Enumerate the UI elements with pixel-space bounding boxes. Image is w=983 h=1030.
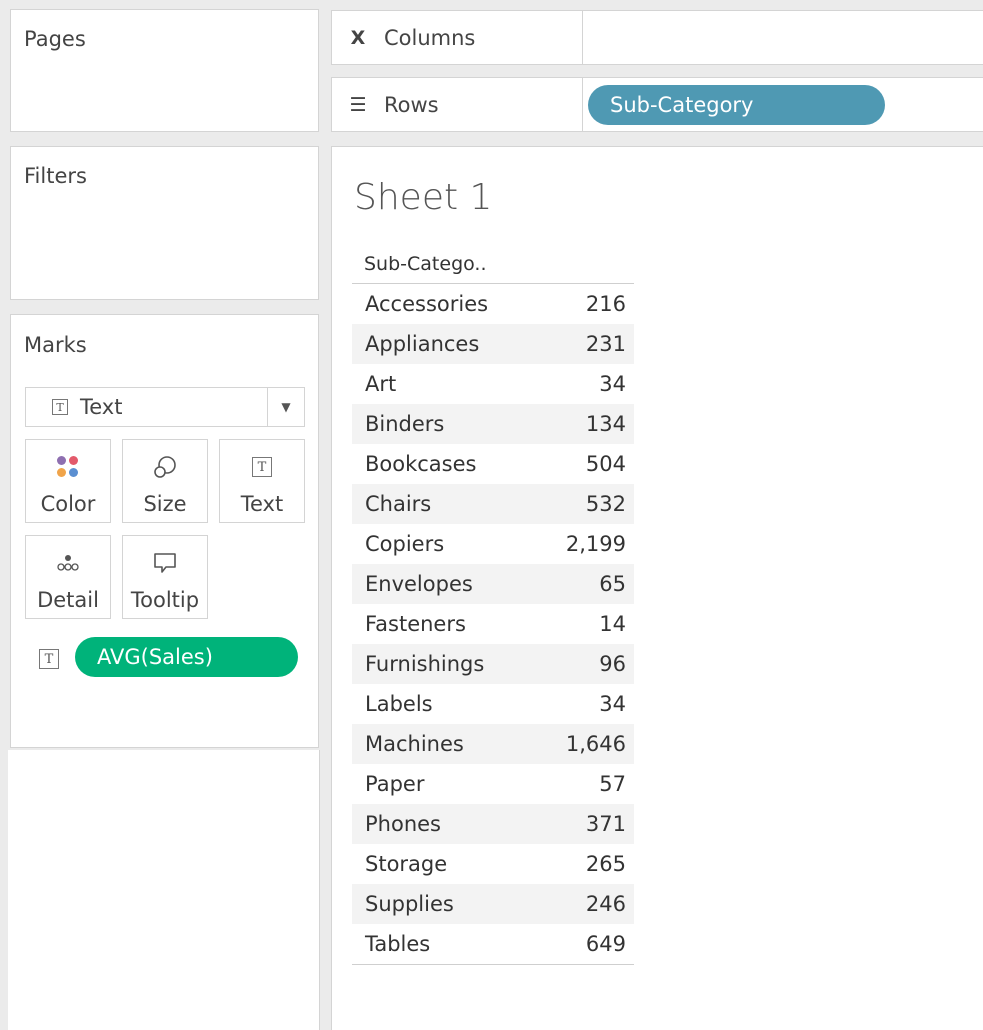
table-row[interactable]: Binders 134 — [352, 404, 634, 444]
row-value-avg-sales[interactable]: 96 — [599, 652, 634, 676]
text-button[interactable]: T Text — [219, 439, 305, 523]
row-header-sub-category[interactable]: Fasteners — [352, 612, 466, 636]
columns-shelf[interactable]: Ⅹ Columns — [331, 10, 983, 65]
row-header-sub-category[interactable]: Tables — [352, 932, 430, 956]
row-header-sub-category[interactable]: Copiers — [352, 532, 444, 556]
row-header-sub-category[interactable]: Paper — [352, 772, 424, 796]
row-value-avg-sales[interactable]: 371 — [586, 812, 634, 836]
table-row[interactable]: Chairs 532 — [352, 484, 634, 524]
pages-title: Pages — [24, 27, 86, 51]
pages-card[interactable]: Pages — [10, 9, 319, 132]
row-header-sub-category[interactable]: Chairs — [352, 492, 431, 516]
row-value-avg-sales[interactable]: 1,646 — [566, 732, 634, 756]
row-header-sub-category[interactable]: Accessories — [352, 292, 488, 316]
text-label: Text — [240, 492, 284, 516]
mark-type-label: Text — [80, 395, 123, 419]
row-value-avg-sales[interactable]: 34 — [599, 692, 634, 716]
marks-title: Marks — [24, 333, 87, 357]
row-value-avg-sales[interactable]: 216 — [586, 292, 634, 316]
columns-icon: Ⅹ — [350, 26, 366, 49]
table-row[interactable]: Fasteners 14 — [352, 604, 634, 644]
worksheet-view: Sheet 1 Sub-Catego.. Accessories 216 Appli… — [331, 146, 983, 1030]
table-row[interactable]: Appliances 231 — [352, 324, 634, 364]
rows-shelf[interactable]: ☰ Rows Sub-Category — [331, 77, 983, 132]
text-table: Accessories 216 Appliances 231 Art 34 Binders 1… — [352, 284, 634, 965]
row-header-sub-category[interactable]: Supplies — [352, 892, 454, 916]
row-header-sub-category[interactable]: Furnishings — [352, 652, 484, 676]
row-value-avg-sales[interactable]: 532 — [586, 492, 634, 516]
color-label: Color — [40, 492, 96, 516]
row-header-sub-category[interactable]: Bookcases — [352, 452, 476, 476]
marks-card: Marks T Text ▼ Color Size T Text Detail … — [10, 314, 319, 748]
mark-type-dropdown[interactable]: T Text ▼ — [25, 387, 305, 427]
filters-title: Filters — [24, 164, 87, 188]
table-row[interactable]: Bookcases 504 — [352, 444, 634, 484]
table-row[interactable]: Machines 1,646 — [352, 724, 634, 764]
row-value-avg-sales[interactable]: 2,199 — [566, 532, 634, 556]
detail-icon — [57, 555, 79, 571]
row-value-avg-sales[interactable]: 134 — [586, 412, 634, 436]
rows-icon: ☰ — [349, 93, 367, 116]
chevron-down-icon[interactable]: ▼ — [267, 388, 304, 426]
left-pane-empty-area — [8, 750, 320, 1030]
row-header-sub-category[interactable]: Labels — [352, 692, 433, 716]
row-value-avg-sales[interactable]: 246 — [586, 892, 634, 916]
table-row[interactable]: Storage 265 — [352, 844, 634, 884]
table-row[interactable]: Labels 34 — [352, 684, 634, 724]
text-icon: T — [252, 457, 272, 477]
row-value-avg-sales[interactable]: 65 — [599, 572, 634, 596]
table-row[interactable]: Tables 649 — [352, 924, 634, 964]
color-icon — [55, 454, 81, 480]
size-button[interactable]: Size — [122, 439, 208, 523]
table-row[interactable]: Art 34 — [352, 364, 634, 404]
color-button[interactable]: Color — [25, 439, 111, 523]
filters-card[interactable]: Filters — [10, 146, 319, 300]
avg-sales-pill[interactable]: AVG(Sales) — [75, 637, 298, 677]
tooltip-label: Tooltip — [130, 588, 200, 612]
table-row[interactable]: Phones 371 — [352, 804, 634, 844]
table-row[interactable]: Accessories 216 — [352, 284, 634, 324]
table-bottom-divider — [352, 964, 634, 965]
row-header-sub-category[interactable]: Art — [352, 372, 396, 396]
columns-label: Columns — [384, 25, 476, 50]
detail-button[interactable]: Detail — [25, 535, 111, 619]
detail-label: Detail — [37, 588, 99, 612]
sub-category-pill[interactable]: Sub-Category — [588, 85, 885, 125]
row-header-sub-category[interactable]: Phones — [352, 812, 441, 836]
size-label: Size — [143, 492, 187, 516]
row-header-sub-category[interactable]: Machines — [352, 732, 464, 756]
rows-label: Rows — [384, 92, 439, 117]
table-row[interactable]: Envelopes 65 — [352, 564, 634, 604]
row-value-avg-sales[interactable]: 504 — [586, 452, 634, 476]
text-encoding-icon[interactable]: T — [39, 649, 59, 669]
column-header[interactable]: Sub-Catego.. — [364, 253, 487, 275]
tooltip-icon — [154, 553, 176, 573]
row-header-sub-category[interactable]: Binders — [352, 412, 444, 436]
row-header-sub-category[interactable]: Envelopes — [352, 572, 473, 596]
columns-shelf-label: Ⅹ Columns — [332, 11, 583, 64]
row-value-avg-sales[interactable]: 57 — [599, 772, 634, 796]
row-header-sub-category[interactable]: Appliances — [352, 332, 479, 356]
tooltip-button[interactable]: Tooltip — [122, 535, 208, 619]
row-value-avg-sales[interactable]: 14 — [599, 612, 634, 636]
table-row[interactable]: Copiers 2,199 — [352, 524, 634, 564]
row-value-avg-sales[interactable]: 649 — [586, 932, 634, 956]
size-icon — [154, 456, 176, 478]
sheet-title[interactable]: Sheet 1 — [354, 177, 492, 218]
row-value-avg-sales[interactable]: 231 — [586, 332, 634, 356]
rows-shelf-label: ☰ Rows — [332, 78, 583, 131]
table-row[interactable]: Furnishings 96 — [352, 644, 634, 684]
table-row[interactable]: Supplies 246 — [352, 884, 634, 924]
row-value-avg-sales[interactable]: 265 — [586, 852, 634, 876]
row-header-sub-category[interactable]: Storage — [352, 852, 447, 876]
row-value-avg-sales[interactable]: 34 — [599, 372, 634, 396]
table-row[interactable]: Paper 57 — [352, 764, 634, 804]
text-mark-icon: T — [52, 399, 68, 415]
